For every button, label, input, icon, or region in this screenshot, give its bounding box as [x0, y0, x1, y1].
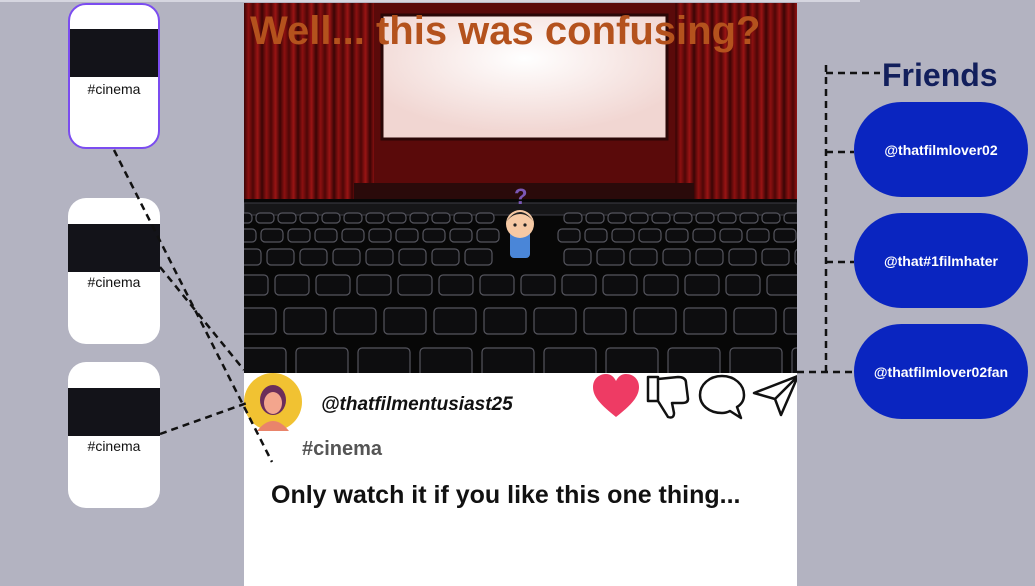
connector-lines: [112, 65, 880, 463]
